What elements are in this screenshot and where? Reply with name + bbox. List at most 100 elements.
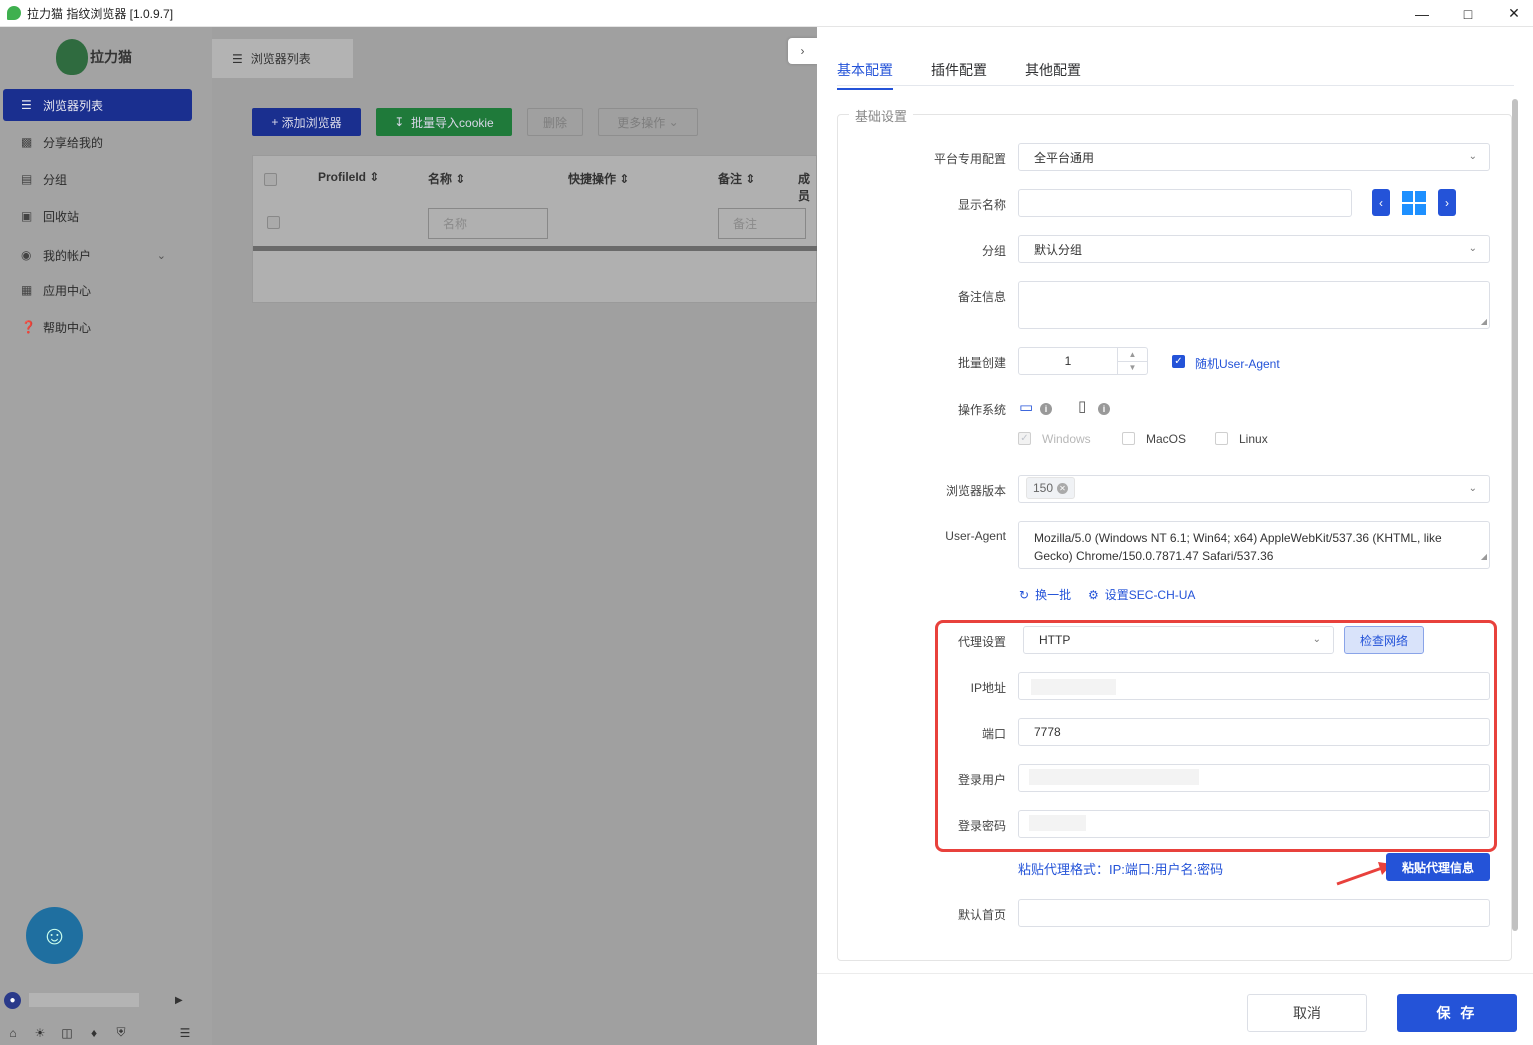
window-title: 拉力猫 指纹浏览器 [1.0.9.7] — [27, 6, 174, 21]
chevron-down-icon: ⌄ — [1468, 243, 1477, 254]
sidebar-item-shared[interactable]: ▩ 分享给我的 — [3, 126, 192, 158]
sidebar-item-group[interactable]: ▤ 分组 — [3, 163, 192, 195]
display-name-input[interactable] — [1018, 189, 1352, 217]
decrement-icon[interactable]: ▼ — [1118, 360, 1147, 375]
desktop-icon[interactable]: ▭ — [1019, 398, 1033, 416]
tag-icon[interactable]: ♦ — [85, 1026, 103, 1040]
column-header[interactable]: 快捷操作 ⇕ — [568, 170, 629, 187]
name-filter-input[interactable]: 名称 — [428, 208, 548, 239]
home-icon[interactable]: ⌂ — [4, 1026, 22, 1040]
vertical-scrollbar[interactable] — [1512, 99, 1518, 931]
note-filter-input[interactable]: 备注 — [718, 208, 806, 239]
tab-browser-list[interactable]: ☰ 浏览器列表 — [212, 39, 353, 78]
sidebar-item-label: 帮助中心 — [43, 320, 92, 335]
user-agent-label: User-Agent — [945, 529, 1006, 543]
theme-icon[interactable]: ☀ — [31, 1026, 49, 1040]
close-icon[interactable]: ✕ — [1491, 0, 1533, 27]
sidebar-item-label: 浏览器列表 — [43, 98, 104, 113]
sidebar: 拉力猫 ☰ 浏览器列表 ▩ 分享给我的 ▤ 分组 ▣ 回收站 ◉ 我的帐户 ⌄ … — [0, 27, 212, 1045]
import-cookie-button[interactable]: ↧ 批量导入cookie — [376, 108, 512, 136]
os-macos-checkbox[interactable] — [1122, 432, 1135, 445]
refresh-ua-link[interactable]: ↻ 换一批 — [1019, 586, 1071, 603]
chevron-down-icon: ⌄ — [665, 115, 679, 129]
list-icon: ☰ — [232, 51, 243, 66]
batch-count-value: 1 — [1064, 354, 1072, 368]
user-agent-textarea[interactable]: Mozilla/5.0 (Windows NT 6.1; Win64; x64)… — [1018, 521, 1490, 569]
column-header[interactable]: ProfileId ⇕ — [318, 170, 379, 184]
share-icon: ▩ — [21, 135, 33, 149]
shield-icon[interactable]: ⛨ — [112, 1025, 130, 1040]
note-textarea[interactable]: ◢ — [1018, 281, 1490, 329]
column-header[interactable]: 成员 — [798, 170, 816, 204]
menu-icon[interactable]: ☰ — [176, 1026, 194, 1040]
add-browser-label: 添加浏览器 — [281, 115, 342, 130]
next-os-button[interactable]: › — [1438, 189, 1456, 216]
user-icon: ● — [4, 991, 21, 1009]
group-icon: ▤ — [21, 172, 33, 186]
save-button[interactable]: 保 存 — [1397, 994, 1517, 1032]
prev-os-button[interactable]: ‹ — [1372, 189, 1390, 216]
maximize-icon[interactable]: □ — [1445, 0, 1491, 27]
horizontal-scrollbar[interactable] — [253, 246, 818, 251]
homepage-label: 默认首页 — [957, 908, 1006, 922]
os-linux-checkbox[interactable] — [1215, 432, 1228, 445]
select-all-checkbox[interactable] — [264, 173, 277, 186]
support-avatar-icon[interactable]: ☺ — [26, 907, 83, 964]
app-background: 拉力猫 ☰ 浏览器列表 ▩ 分享给我的 ▤ 分组 ▣ 回收站 ◉ 我的帐户 ⌄ … — [0, 27, 818, 1045]
plus-icon: + — [271, 115, 282, 129]
os-windows-checkbox[interactable]: ✓ — [1018, 432, 1031, 445]
mobile-icon[interactable]: ▯ — [1078, 397, 1086, 415]
note-label: 备注信息 — [957, 290, 1006, 304]
sidebar-item-apps[interactable]: ▦ 应用中心 — [3, 274, 192, 306]
more-actions-button[interactable]: 更多操作 ⌄ — [598, 108, 698, 136]
browser-version-select[interactable]: ⌄ — [1018, 475, 1490, 503]
version-tag-label: 150 — [1033, 481, 1054, 495]
sidebar-item-label: 分享给我的 — [43, 135, 104, 150]
import-cookie-label: 批量导入cookie — [411, 115, 494, 130]
info-icon: i — [1040, 403, 1052, 415]
os-label: 操作系统 — [957, 403, 1006, 417]
chevron-down-icon: ⌄ — [1468, 483, 1477, 494]
account-icon: ◉ — [21, 248, 32, 262]
group-select[interactable]: 默认分组 ⌄ — [1018, 235, 1490, 263]
sidebar-item-browser-list[interactable]: ☰ 浏览器列表 — [3, 89, 192, 121]
apps-icon: ▦ — [21, 283, 33, 297]
sidebar-item-label: 分组 — [43, 172, 68, 187]
platform-select[interactable]: 全平台通用 ⌄ — [1018, 143, 1490, 171]
user-row[interactable]: ● ▶ — [4, 989, 204, 1011]
collapse-drawer-button[interactable]: › — [788, 38, 817, 64]
bottom-toolbar: ⌂ ☀ ◫ ♦ ⛨ ☰ — [4, 1025, 204, 1040]
batch-label: 批量创建 — [957, 356, 1006, 370]
minimize-icon[interactable]: — — [1399, 0, 1445, 27]
column-header[interactable]: 备注 ⇕ — [718, 170, 755, 187]
cancel-button[interactable]: 取消 — [1247, 994, 1367, 1032]
gear-icon: ⚙ — [1088, 587, 1099, 602]
arrow-annotation-icon — [1336, 862, 1392, 886]
remove-tag-icon[interactable]: ✕ — [1057, 482, 1069, 494]
sidebar-item-account[interactable]: ◉ 我的帐户 ⌄ — [3, 239, 192, 271]
version-tag: 150 ✕ — [1026, 477, 1076, 499]
sidebar-item-help[interactable]: ❓ 帮助中心 — [3, 311, 192, 343]
add-browser-button[interactable]: + 添加浏览器 — [252, 108, 361, 136]
help-icon: ❓ — [21, 320, 36, 334]
random-ua-checkbox[interactable]: ✓ — [1172, 355, 1185, 368]
username-blurred — [29, 993, 139, 1007]
browser-version-label: 浏览器版本 — [945, 484, 1006, 498]
homepage-input[interactable] — [1018, 899, 1490, 927]
increment-icon[interactable]: ▲ — [1118, 348, 1147, 361]
set-sec-ch-ua-link[interactable]: ⚙ 设置SEC-CH-UA — [1088, 586, 1195, 603]
delete-button[interactable]: 删除 — [527, 108, 583, 136]
sidebar-item-trash[interactable]: ▣ 回收站 — [3, 200, 192, 232]
random-ua-label[interactable]: 随机User-Agent — [1195, 355, 1280, 372]
os-windows-label: Windows — [1042, 432, 1091, 446]
download-icon: ↧ — [394, 115, 412, 129]
platform-label: 平台专用配置 — [933, 152, 1006, 166]
paste-proxy-button[interactable]: 粘贴代理信息 — [1386, 853, 1490, 881]
list-icon: ☰ — [21, 98, 32, 112]
delete-label: 删除 — [542, 115, 567, 130]
column-header[interactable]: 名称 ⇕ — [428, 170, 465, 187]
group-value: 默认分组 — [1034, 242, 1083, 257]
refresh-icon: ↻ — [1019, 587, 1030, 602]
row-checkbox[interactable] — [267, 216, 280, 229]
language-icon[interactable]: ◫ — [58, 1026, 76, 1040]
